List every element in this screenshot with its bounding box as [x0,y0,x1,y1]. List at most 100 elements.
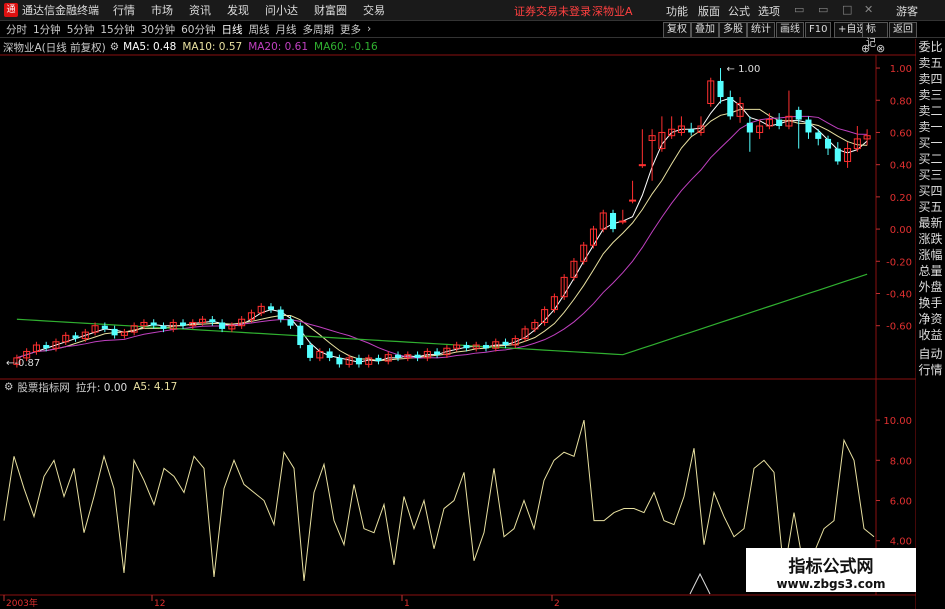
side-panel-item-4[interactable]: 卖二 [916,103,945,119]
fuquan-button[interactable]: 复权 [663,22,691,38]
chevron-right-icon[interactable]: › [367,23,371,35]
ma60-label: MA60: -0.16 [314,41,378,53]
low-annotation: ←-0.87 [6,358,40,369]
overlay-button[interactable]: 叠加 [691,22,719,38]
menu-item-shichang[interactable]: 市场 [151,2,173,18]
side-panel-item-15[interactable]: 外盘 [916,279,945,295]
side-panel-lower-0[interactable]: 自动 [916,346,945,362]
maximize-icon[interactable]: □ [842,3,852,16]
side-panel-item-12[interactable]: 涨跌 [916,231,945,247]
side-panel-item-9[interactable]: 买四 [916,183,945,199]
settings-icon[interactable]: ⚙ [110,41,119,53]
candle-body [511,338,519,346]
period-60min[interactable]: 60分钟 [181,22,215,37]
side-panel-item-18[interactable]: 收益 [916,327,945,343]
candle-body [834,148,841,162]
guest-label[interactable]: 游客 [896,3,918,19]
candle-body [805,119,812,133]
side-panel-item-2[interactable]: 卖四 [916,71,945,87]
side-panel-item-3[interactable]: 卖三 [916,87,945,103]
sub-tick-label: 10.00 [883,416,912,427]
price-tick-label: 0.40 [890,161,912,172]
stats-button[interactable]: 统计 [747,22,775,38]
menu-item-function[interactable]: 功能 [666,3,688,19]
candle-body [160,325,167,329]
side-panel-item-17[interactable]: 净资 [916,311,945,327]
candle-body [423,350,431,359]
menu-item-faxian[interactable]: 发现 [227,2,249,18]
period-5min[interactable]: 5分钟 [67,22,95,37]
sub-settings-icon[interactable]: ⚙ [4,381,13,393]
candle-body [150,322,157,326]
period-more[interactable]: 更多 [340,22,361,37]
back-button[interactable]: 返回 [889,22,917,38]
price-tick-label: 1.00 [890,64,912,75]
side-panel-item-11[interactable]: 最新 [916,215,945,231]
side-panel-item-10[interactable]: 买五 [916,199,945,215]
side-panel-item-5[interactable]: 卖一 [916,119,945,135]
restore-icon[interactable]: ▭ [818,3,828,16]
menu-item-jiaoyi[interactable]: 交易 [363,2,385,18]
menu-item-hangqing[interactable]: 行情 [113,2,135,18]
menu-item-layout[interactable]: 版面 [698,3,720,19]
candle-body [844,148,852,162]
close-chart-icon[interactable]: ⊗ [876,42,885,55]
lift-label: 拉升: 0.00 [75,381,128,394]
period-30min[interactable]: 30分钟 [141,22,175,37]
menu-item-caifuquan[interactable]: 财富圈 [314,2,347,18]
side-panel-item-13[interactable]: 涨幅 [916,247,945,263]
candle-body [765,119,773,127]
stock-tag: 深物业A [592,5,633,18]
f10-button[interactable]: F10 [805,22,832,38]
watermark-url: www.zbgs3.com [776,577,886,591]
candle-body [648,135,656,142]
quote-side-panel: 委比 卖五 卖四 卖三 卖二 卖一 买一 买二 买三 买四 买五 最新 涨跌 涨幅 总量 外盘 换手 净资 收益自动… [916,39,945,609]
candle-body [550,296,558,311]
side-panel-item-6[interactable]: 买一 [916,135,945,151]
side-panel-item-16[interactable]: 换手 [916,295,945,311]
period-daily[interactable]: 日线 [222,22,243,37]
draw-line-button[interactable]: 画线 [776,22,804,38]
menu-item-options[interactable]: 选项 [758,3,780,19]
candle-body [267,306,275,310]
side-panel-item-0[interactable]: 委比 [916,39,945,55]
period-weekly[interactable]: 周线 [249,22,270,37]
ma60-line [16,273,868,356]
candle-body [81,331,89,340]
high-annotation: ← 1.00 [727,64,761,75]
candle-body [668,128,676,137]
period-monthly[interactable]: 月线 [276,22,297,37]
candle-body [43,345,50,349]
candle-body [541,309,549,323]
candle-body [228,325,236,330]
side-panel-item-1[interactable]: 卖五 [916,55,945,71]
candle-body [609,212,617,230]
price-tick-label: 0.00 [890,225,912,236]
mark-button[interactable]: 标记 [862,22,888,49]
menu-item-zixun[interactable]: 资讯 [189,2,211,18]
a5-line [3,419,875,582]
login-status[interactable]: 证券交易未登录 [514,3,591,19]
side-panel-item-7[interactable]: 买二 [916,151,945,167]
multi-stock-button[interactable]: 多股 [719,22,747,38]
close-icon[interactable]: ✕ [864,3,873,16]
candle-body [443,347,451,356]
candle-body [756,125,764,133]
period-15min[interactable]: 15分钟 [100,22,134,37]
menu-item-wenxiaoda[interactable]: 问小达 [265,2,298,18]
zoom-icon[interactable]: ⊕ [861,42,870,55]
candle-body [365,357,373,365]
menu-item-formula[interactable]: 公式 [728,3,750,19]
period-multi[interactable]: 多周期 [303,22,335,37]
candle-body [492,341,500,349]
side-panel-lower-1[interactable]: 行情 [916,362,945,378]
side-panel-item-14[interactable]: 总量 [916,263,945,279]
minimize-icon[interactable]: ▭ [794,3,804,16]
side-panel-item-8[interactable]: 买三 [916,167,945,183]
candle-body [502,341,509,346]
candle-body [697,125,705,133]
candle-body [619,220,627,223]
period-1min[interactable]: 1分钟 [33,22,61,37]
period-fenshi[interactable]: 分时 [6,22,27,37]
candle-body [91,325,99,333]
